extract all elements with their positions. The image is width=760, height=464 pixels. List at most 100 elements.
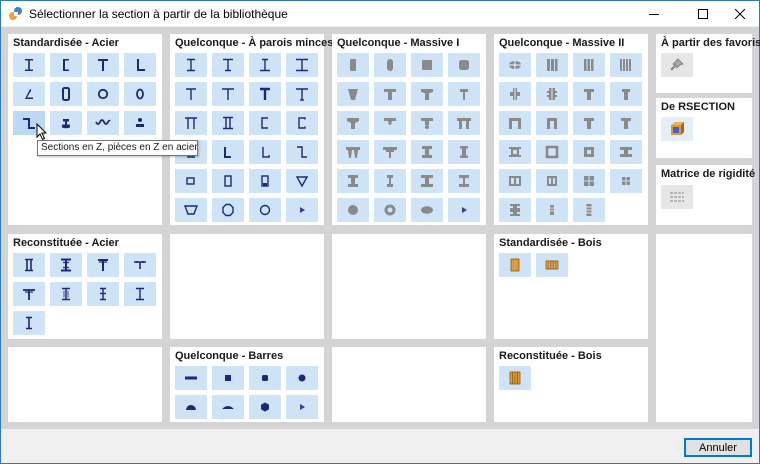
section-tile-circular-hollow[interactable] bbox=[87, 82, 119, 106]
section-tile-more-arrow[interactable] bbox=[286, 198, 318, 222]
section-tile-solid-t-narrow[interactable] bbox=[448, 82, 480, 106]
section-tile-thin-i-tapered[interactable] bbox=[249, 53, 281, 77]
section-tile-solid-four-squares[interactable] bbox=[573, 169, 605, 193]
section-tile-i-plated-built-up[interactable] bbox=[50, 253, 82, 277]
section-tile-timber-glulam[interactable] bbox=[536, 253, 568, 277]
section-tile-bar-half-round[interactable] bbox=[175, 395, 207, 419]
section-tile-thin-octagon[interactable] bbox=[212, 198, 244, 222]
section-tile-t-section[interactable] bbox=[87, 53, 119, 77]
section-tile-solid-i[interactable] bbox=[411, 140, 443, 164]
section-tile-thin-triangle[interactable] bbox=[286, 169, 318, 193]
section-tile-bar-flat[interactable] bbox=[175, 366, 207, 390]
section-tile-solid-column-hollow[interactable] bbox=[573, 198, 605, 222]
section-tile-bar-square[interactable] bbox=[212, 366, 244, 390]
section-tile-thin-t[interactable] bbox=[175, 82, 207, 106]
section-tile-thin-t-heavy[interactable] bbox=[286, 82, 318, 106]
section-tile-channel-section[interactable] bbox=[50, 53, 82, 77]
section-tile-solid-column[interactable] bbox=[536, 198, 568, 222]
section-tile-solid-i-stacked[interactable] bbox=[499, 198, 531, 222]
section-tile-thin-box[interactable] bbox=[175, 169, 207, 193]
section-tile-more-arrow[interactable] bbox=[286, 395, 318, 419]
close-button[interactable] bbox=[723, 1, 757, 26]
maximize-button[interactable] bbox=[686, 1, 720, 26]
section-tile-solid-triple-rect[interactable] bbox=[536, 53, 568, 77]
section-tile-thin-circle[interactable] bbox=[249, 198, 281, 222]
section-tile-solid-box-thick[interactable] bbox=[573, 140, 605, 164]
section-tile-solid-i-box[interactable] bbox=[610, 140, 642, 164]
section-tile-solid-i-wide[interactable] bbox=[411, 169, 443, 193]
section-tile-i-flange-plate[interactable] bbox=[124, 282, 156, 306]
section-tile-solid-cross[interactable] bbox=[499, 82, 531, 106]
section-tile-solid-i-flanged[interactable] bbox=[448, 169, 480, 193]
favorites-button[interactable] bbox=[661, 53, 693, 77]
section-tile-rounded-hollow[interactable] bbox=[124, 82, 156, 106]
section-tile-more-arrow[interactable] bbox=[448, 198, 480, 222]
section-tile-solid-rounded-square[interactable] bbox=[448, 53, 480, 77]
section-tile-thin-angle-lipped[interactable] bbox=[249, 140, 281, 164]
section-tile-solid-double-pi[interactable] bbox=[374, 140, 406, 164]
section-tile-solid-double-ellipse[interactable] bbox=[499, 53, 531, 77]
section-tile-rectangular-hollow[interactable] bbox=[50, 82, 82, 106]
section-tile-thin-trapezoid[interactable] bbox=[175, 198, 207, 222]
section-tile-solid-i-tapered[interactable] bbox=[337, 169, 369, 193]
section-tile-t-wide-built-up[interactable] bbox=[13, 282, 45, 306]
section-tile-solid-i-narrow[interactable] bbox=[374, 169, 406, 193]
section-tile-solid-t-bulb[interactable] bbox=[411, 111, 443, 135]
section-tile-thin-t-flanged[interactable] bbox=[249, 82, 281, 106]
section-tile-corrugated-sheet[interactable] bbox=[87, 111, 119, 135]
section-tile-thin-i-unequal[interactable] bbox=[212, 53, 244, 77]
section-tile-i-section[interactable] bbox=[13, 53, 45, 77]
minimize-button[interactable] bbox=[637, 1, 671, 26]
section-tile-unequal-angle[interactable] bbox=[13, 82, 45, 106]
section-tile-thin-i[interactable] bbox=[175, 53, 207, 77]
section-tile-solid-inverted-t[interactable] bbox=[337, 111, 369, 135]
section-tile-timber-layered[interactable] bbox=[499, 366, 531, 390]
section-tile-thin-angle-wide[interactable] bbox=[212, 140, 244, 164]
section-tile-double-i-built-up[interactable] bbox=[13, 253, 45, 277]
section-tile-angle-section[interactable] bbox=[124, 53, 156, 77]
section-tile-solid-i-heavy[interactable] bbox=[448, 140, 480, 164]
section-tile-bar-square-rounded[interactable] bbox=[249, 366, 281, 390]
cancel-button[interactable]: Annuler bbox=[684, 438, 752, 457]
section-tile-timber-rect[interactable] bbox=[499, 253, 531, 277]
section-tile-solid-u-deep[interactable] bbox=[536, 111, 568, 135]
section-tile-thin-channel[interactable] bbox=[249, 111, 281, 135]
section-tile-thin-t-wide[interactable] bbox=[212, 82, 244, 106]
section-tile-solid-t-stem-short[interactable] bbox=[610, 82, 642, 106]
section-tile-solid-pi[interactable] bbox=[337, 140, 369, 164]
section-tile-thin-rect-closed[interactable] bbox=[249, 169, 281, 193]
section-tile-solid-t-double[interactable] bbox=[610, 111, 642, 135]
section-tile-t-angle-built-up[interactable] bbox=[124, 253, 156, 277]
section-tile-solid-box-frame[interactable] bbox=[536, 140, 568, 164]
section-tile-solid-rounded-rect[interactable] bbox=[374, 53, 406, 77]
section-tile-thin-i-wide[interactable] bbox=[286, 53, 318, 77]
section-tile-thin-z[interactable] bbox=[286, 140, 318, 164]
section-tile-solid-box[interactable] bbox=[499, 140, 531, 164]
section-tile-thin-double-i[interactable] bbox=[212, 111, 244, 135]
section-tile-solid-ellipse[interactable] bbox=[411, 198, 443, 222]
section-tile-solid-t-hollow[interactable] bbox=[573, 111, 605, 135]
section-tile-solid-trapezoid[interactable] bbox=[337, 82, 369, 106]
section-tile-solid-double-cross[interactable] bbox=[536, 82, 568, 106]
section-tile-solid-multi-rect[interactable] bbox=[610, 53, 642, 77]
section-tile-thin-pi[interactable] bbox=[175, 111, 207, 135]
section-tile-i-cover-plate[interactable] bbox=[13, 311, 45, 335]
stiffness-matrix-button[interactable] bbox=[661, 185, 693, 209]
section-tile-solid-quad-rect[interactable] bbox=[573, 53, 605, 77]
section-tile-solid-t[interactable] bbox=[374, 82, 406, 106]
section-tile-bar-round[interactable] bbox=[286, 366, 318, 390]
section-tile-solid-square[interactable] bbox=[411, 53, 443, 77]
section-tile-solid-ring[interactable] bbox=[374, 198, 406, 222]
section-tile-i-stiffened[interactable] bbox=[87, 282, 119, 306]
section-tile-solid-grid[interactable] bbox=[610, 169, 642, 193]
section-tile-thin-rect[interactable] bbox=[212, 169, 244, 193]
section-tile-solid-two-cell[interactable] bbox=[499, 169, 531, 193]
section-tile-solid-u-channel[interactable] bbox=[499, 111, 531, 135]
section-tile-bar-hexagon[interactable] bbox=[249, 395, 281, 419]
section-tile-i-double-plate[interactable] bbox=[50, 282, 82, 306]
section-tile-solid-t-stem[interactable] bbox=[573, 82, 605, 106]
section-tile-thin-channel-lipped[interactable] bbox=[286, 111, 318, 135]
section-tile-solid-double-t[interactable] bbox=[448, 111, 480, 135]
section-tile-bulb-flat[interactable] bbox=[124, 111, 156, 135]
rsection-button[interactable] bbox=[661, 117, 693, 141]
